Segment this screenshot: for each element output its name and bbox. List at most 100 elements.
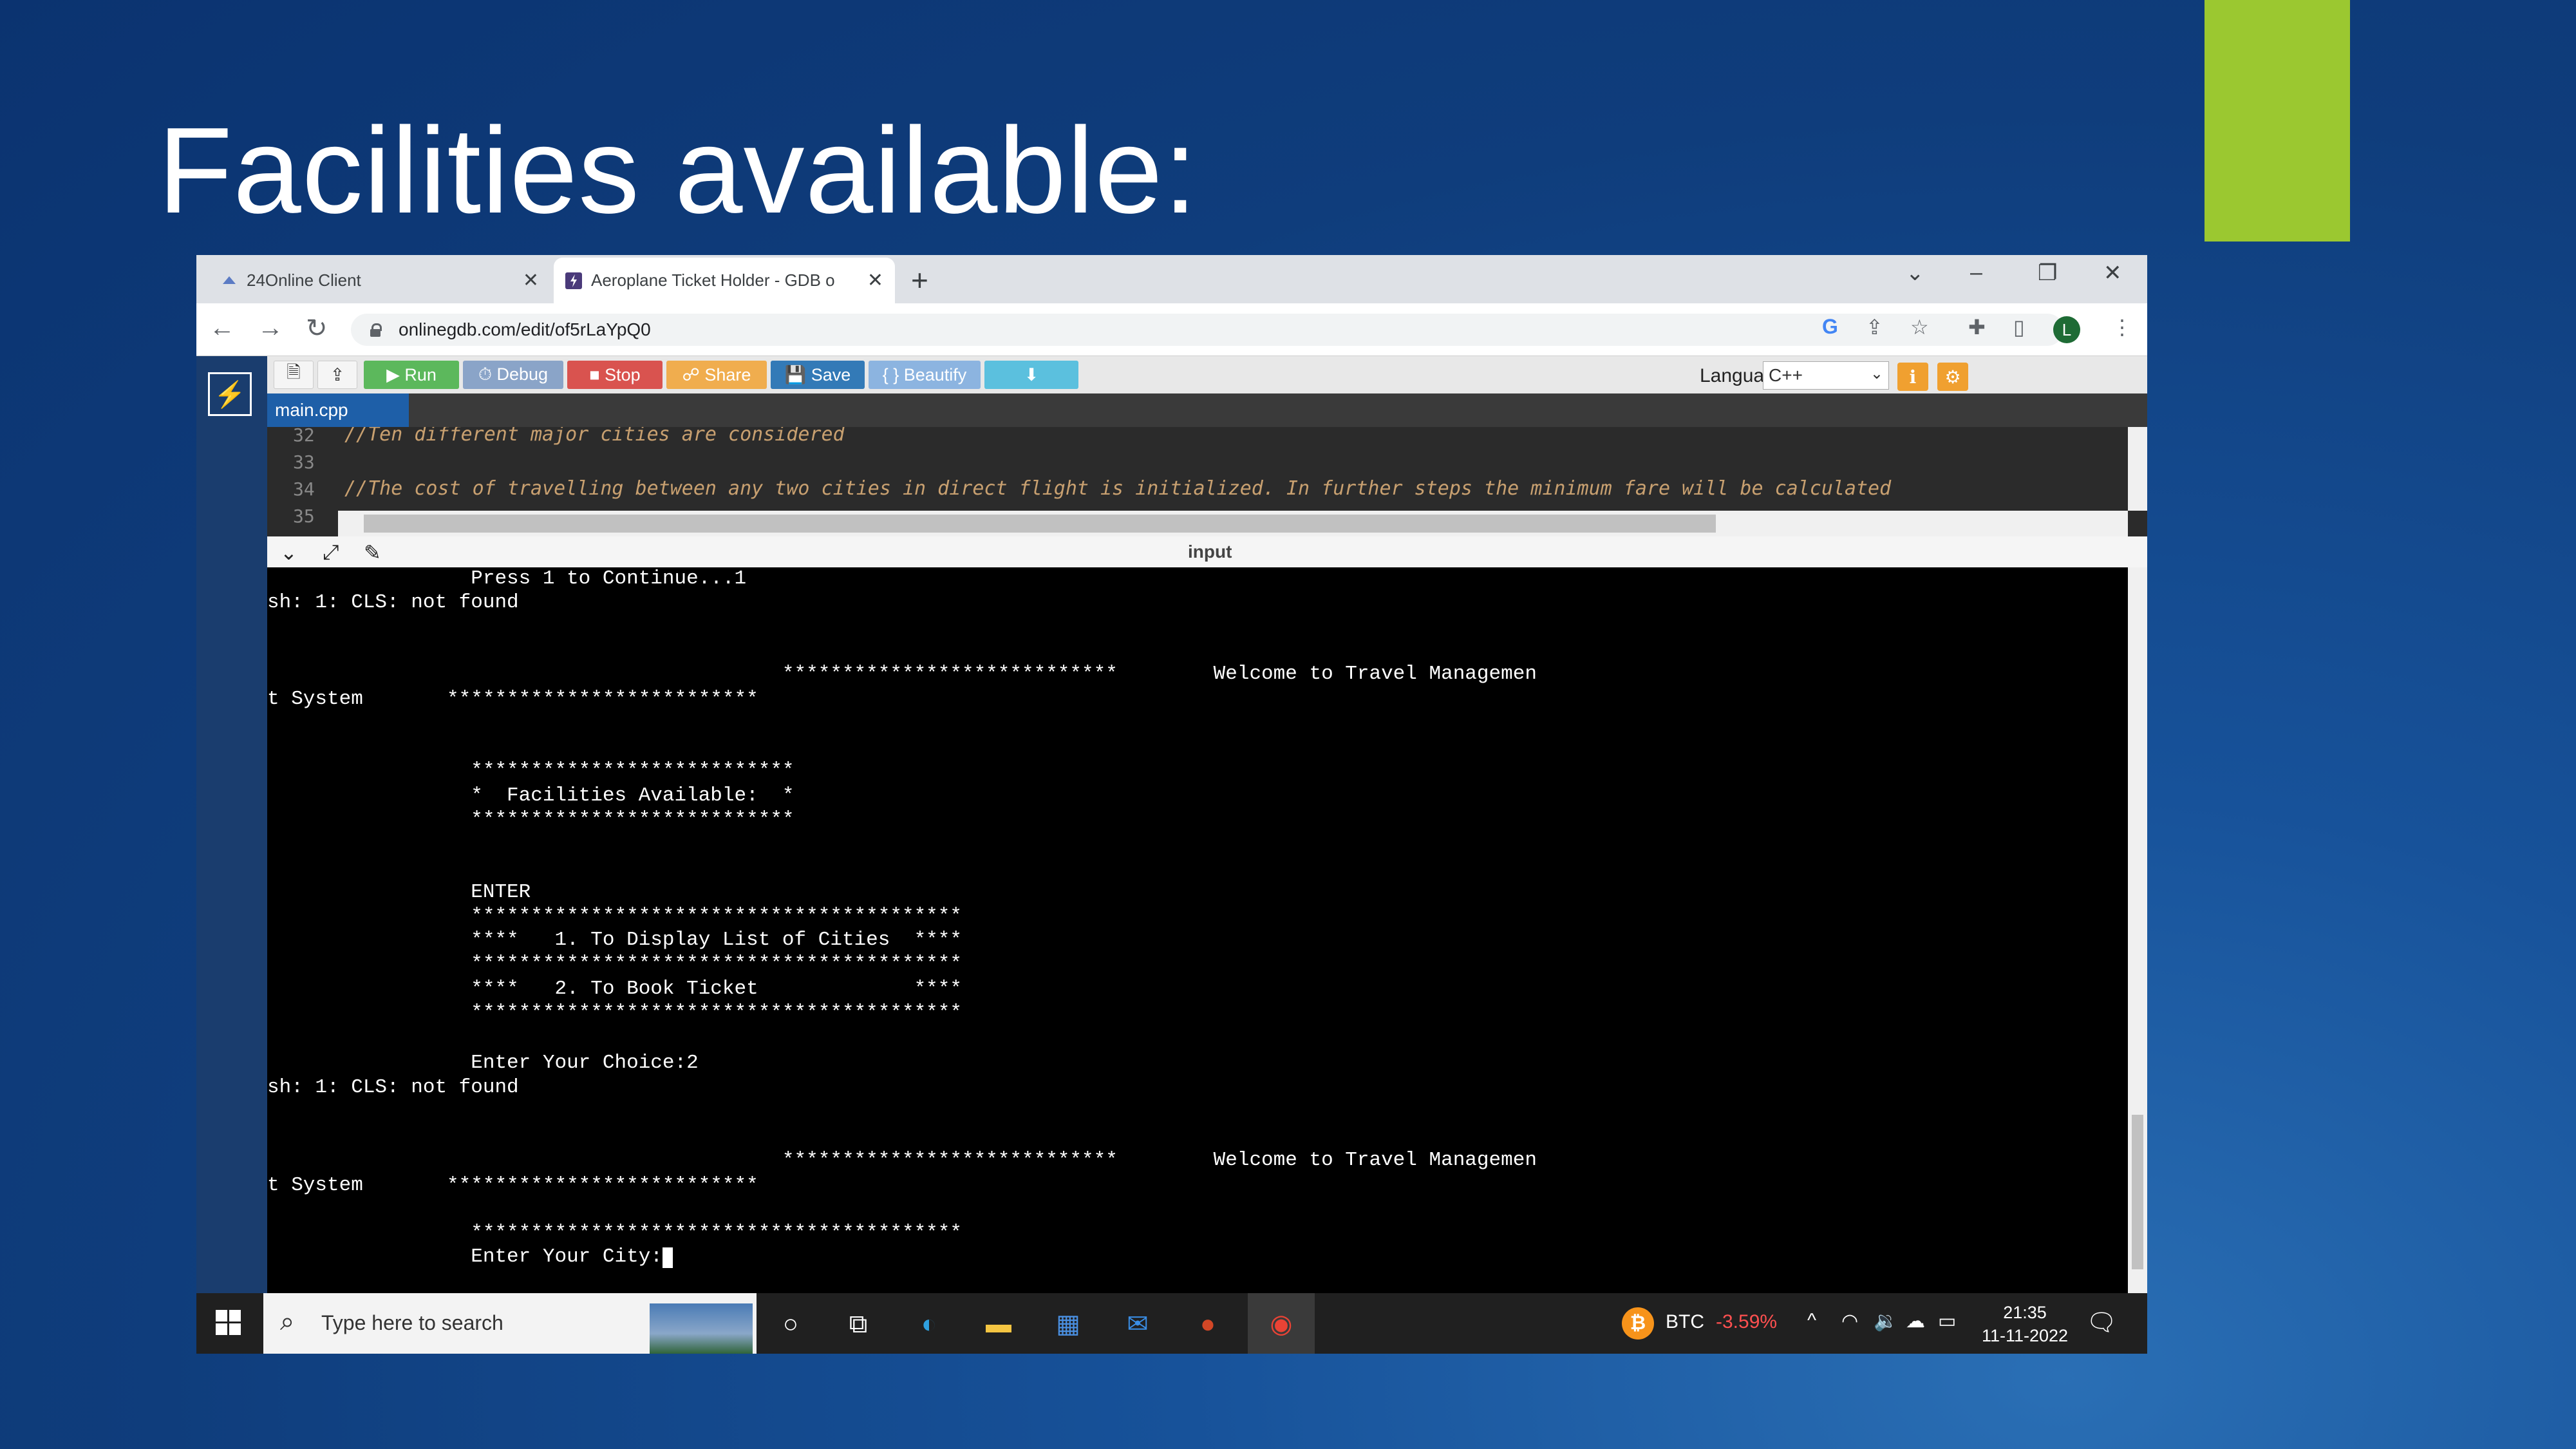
notification-icon[interactable]: 🗨 bbox=[2086, 1309, 2117, 1337]
file-tabs: main.cpp bbox=[267, 393, 2147, 427]
debug-button[interactable]: ⏱ Debug bbox=[463, 361, 563, 389]
tray-chevron-up-icon[interactable]: ^ bbox=[1807, 1310, 1816, 1332]
file-explorer-icon[interactable]: ▬ bbox=[981, 1306, 1017, 1342]
scroll-thumb[interactable] bbox=[364, 515, 1716, 533]
console-line: ****************************************… bbox=[267, 1222, 962, 1244]
editor-horizontal-scrollbar[interactable] bbox=[338, 511, 2128, 536]
console-line: sh: 1: CLS: not found bbox=[267, 591, 519, 614]
mail-icon[interactable]: ✉ bbox=[1120, 1306, 1156, 1342]
microsoft-store-icon[interactable]: ▦ bbox=[1050, 1306, 1086, 1342]
collapse-chevron-icon[interactable]: ⌄ bbox=[280, 540, 297, 565]
input-label: input bbox=[1188, 542, 1232, 562]
console-input-line[interactable]: Enter Your City: bbox=[267, 1245, 673, 1268]
text-cursor bbox=[662, 1247, 673, 1268]
console-line: **** 2. To Book Ticket **** bbox=[267, 978, 962, 1000]
download-button[interactable]: ⬇ bbox=[984, 361, 1078, 389]
tab-label: 24Online Client bbox=[247, 270, 361, 290]
console-line: Press 1 to Continue...1 bbox=[267, 567, 747, 590]
new-tab-button[interactable]: + bbox=[911, 263, 928, 298]
console-line: sh: 1: CLS: not found bbox=[267, 1076, 519, 1099]
console-line: t System ************************** bbox=[267, 1174, 758, 1197]
console-line: ****************************************… bbox=[267, 905, 962, 927]
tab-24online[interactable]: 24Online Client ✕ bbox=[209, 258, 550, 303]
search-icon: ⌕ bbox=[280, 1307, 295, 1336]
clock-date: 11-11-2022 bbox=[1981, 1326, 2069, 1345]
scroll-thumb[interactable] bbox=[2132, 1115, 2143, 1269]
tab-search-chevron-icon[interactable]: ⌄ bbox=[1906, 260, 1924, 286]
onedrive-icon[interactable]: ☁ bbox=[1906, 1310, 1925, 1332]
battery-icon[interactable]: ▭ bbox=[1938, 1310, 1956, 1332]
line-number: 35 bbox=[293, 506, 315, 527]
system-clock[interactable]: 21:35 11-11-2022 bbox=[1977, 1301, 2073, 1347]
browser-tab-strip: 24Online Client ✕ Aeroplane Ticket Holde… bbox=[196, 255, 2147, 303]
expand-icon[interactable]: ⤢ bbox=[323, 540, 339, 565]
beautify-button[interactable]: { } Beautify bbox=[869, 361, 981, 389]
url-field[interactable]: onlinegdb.com/edit/of5rLaYpQ0 bbox=[351, 314, 2064, 346]
task-view-icon[interactable]: ⧉ bbox=[840, 1306, 876, 1342]
close-window-icon[interactable]: ✕ bbox=[2103, 260, 2122, 286]
extensions-icon[interactable]: ✚ bbox=[1968, 315, 1986, 339]
line-number: 34 bbox=[293, 478, 315, 500]
onlinegdb-icon bbox=[565, 272, 582, 289]
run-button[interactable]: ▶ Run bbox=[364, 361, 459, 389]
editor-vertical-scrollbar[interactable] bbox=[2128, 427, 2147, 511]
clock-time: 21:35 bbox=[2003, 1303, 2047, 1322]
tab-onlinegdb[interactable]: Aeroplane Ticket Holder - GDB o ✕ bbox=[554, 258, 895, 303]
side-panel-icon[interactable]: ▯ bbox=[2013, 315, 2025, 339]
close-tab-icon[interactable]: ✕ bbox=[523, 269, 539, 292]
bitcoin-icon[interactable]: ₿ bbox=[1622, 1307, 1654, 1340]
code-line: //The cost of travelling between any two… bbox=[344, 477, 1892, 500]
restore-icon[interactable]: ❐ bbox=[2038, 260, 2057, 286]
gdb-logo-icon[interactable]: ⚡ bbox=[208, 372, 252, 416]
address-bar-row: ← → ↻ onlinegdb.com/edit/of5rLaYpQ0 G ⇪ … bbox=[196, 303, 2147, 356]
minimize-icon[interactable]: – bbox=[1970, 260, 1982, 285]
upload-icon[interactable]: ⇪ bbox=[317, 361, 357, 389]
left-rail: ⚡ bbox=[196, 356, 267, 1293]
wifi-icon[interactable]: ◠ bbox=[1841, 1310, 1858, 1332]
share-button[interactable]: ☍ Share bbox=[666, 361, 767, 389]
console-line: * Facilities Available: * bbox=[267, 784, 794, 807]
close-tab-icon[interactable]: ✕ bbox=[867, 269, 883, 292]
menu-dots-icon[interactable]: ⋮ bbox=[2112, 315, 2132, 339]
language-select[interactable]: C++ ⌄ bbox=[1763, 361, 1889, 390]
console-line: **************************** Welcome to … bbox=[267, 1149, 1537, 1171]
console-header: ⌄ ⤢ ✎ input bbox=[267, 536, 2147, 568]
settings-gear-icon[interactable]: ⚙ bbox=[1937, 363, 1968, 391]
windows-start-icon[interactable] bbox=[216, 1310, 241, 1336]
console-line: ENTER bbox=[267, 881, 531, 904]
console-prompt: Enter Your City: bbox=[267, 1245, 663, 1268]
console-line: ****************************************… bbox=[267, 952, 962, 975]
save-button[interactable]: 💾 Save bbox=[771, 361, 865, 389]
reload-icon[interactable]: ↻ bbox=[306, 314, 328, 343]
screenshot-frame: 24Online Client ✕ Aeroplane Ticket Holde… bbox=[196, 255, 2147, 1354]
powerpoint-icon[interactable]: ● bbox=[1190, 1306, 1226, 1342]
console-scrollbar[interactable] bbox=[2128, 567, 2147, 1293]
code-editor[interactable]: 32 //Ten different major cities are cons… bbox=[267, 427, 2147, 536]
cortana-icon[interactable]: ○ bbox=[773, 1306, 809, 1342]
new-file-icon[interactable]: 🗎 bbox=[274, 361, 314, 389]
forward-icon[interactable]: → bbox=[258, 314, 283, 343]
chevron-down-icon: ⌄ bbox=[1870, 365, 1883, 383]
back-icon[interactable]: ← bbox=[209, 314, 235, 343]
file-tab-main-cpp[interactable]: main.cpp bbox=[267, 393, 409, 427]
edge-icon[interactable]: ◐ bbox=[911, 1306, 947, 1342]
clear-console-icon[interactable]: ✎ bbox=[364, 540, 381, 565]
profile-avatar[interactable]: L bbox=[2053, 316, 2080, 343]
console-output[interactable]: Press 1 to Continue...1 sh: 1: CLS: not … bbox=[267, 567, 2128, 1293]
console-line: *************************** bbox=[267, 808, 794, 831]
url-text: onlinegdb.com/edit/of5rLaYpQ0 bbox=[399, 319, 651, 339]
info-icon[interactable]: ℹ bbox=[1897, 363, 1928, 391]
bookmark-star-icon[interactable]: ☆ bbox=[1910, 315, 1929, 339]
btc-label: BTC bbox=[1666, 1311, 1704, 1332]
lock-icon bbox=[370, 323, 382, 337]
search-highlight-image bbox=[650, 1303, 753, 1354]
share-icon[interactable]: ⇪ bbox=[1866, 315, 1883, 339]
language-value: C++ bbox=[1769, 365, 1803, 385]
taskbar-search-box[interactable]: ⌕ Type here to search bbox=[263, 1293, 757, 1354]
chrome-icon[interactable]: ◉ bbox=[1263, 1306, 1299, 1342]
slide-title: Facilities available: bbox=[158, 102, 1198, 239]
volume-icon[interactable]: 🔉 bbox=[1874, 1310, 1897, 1332]
google-icon[interactable]: G bbox=[1822, 315, 1838, 339]
console-line: **************************** Welcome to … bbox=[267, 663, 1537, 685]
stop-button[interactable]: ■ Stop bbox=[567, 361, 663, 389]
